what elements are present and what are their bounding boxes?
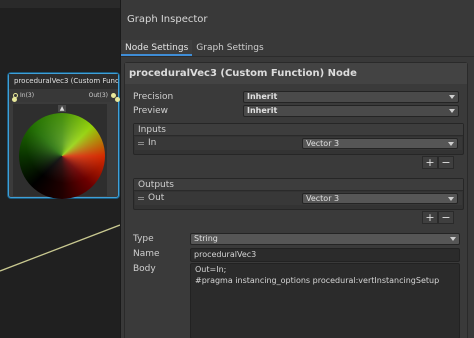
inputs-add-remove: + −: [422, 156, 454, 169]
output-type-value: Vector 3: [306, 194, 340, 203]
input-name: In: [148, 138, 157, 148]
output-type-dropdown[interactable]: Vector 3: [302, 193, 458, 204]
body-label: Body: [133, 264, 156, 274]
node-title: proceduralVec3 (Custom Function): [9, 74, 118, 89]
inputs-list: Inputs In Vector 3: [133, 123, 464, 155]
output-port-label: Out(3): [88, 92, 108, 99]
graph-inspector: Graph Inspector Node Settings Graph Sett…: [120, 0, 474, 338]
chevron-down-icon: [448, 142, 454, 146]
output-port[interactable]: Out(3): [89, 92, 116, 99]
preview-row: Preview: [133, 105, 168, 117]
type-row: Type: [133, 233, 154, 245]
node-settings-panel: proceduralVec3 (Custom Function) Node Pr…: [124, 62, 468, 338]
node-ports: In(3) Out(3): [9, 89, 118, 102]
preview-value: Inherit: [247, 106, 278, 115]
name-row: Name: [133, 248, 160, 260]
preview-sphere: [19, 113, 105, 199]
remove-output-button[interactable]: −: [438, 211, 454, 224]
body-line: Out=In;: [195, 265, 227, 274]
precision-row: Precision: [133, 91, 173, 103]
chevron-down-icon: [449, 95, 455, 99]
type-value: String: [194, 234, 218, 243]
name-label: Name: [133, 249, 160, 259]
precision-value: Inherit: [247, 92, 278, 101]
precision-label: Precision: [133, 92, 174, 102]
preview-label: Preview: [133, 106, 169, 116]
name-field[interactable]: proceduralVec3: [190, 248, 460, 262]
body-textarea[interactable]: Out=In; #pragma instancing_options proce…: [190, 263, 460, 338]
name-value: proceduralVec3: [194, 250, 257, 259]
tab-graph-settings[interactable]: Graph Settings: [192, 40, 267, 56]
chevron-up-icon[interactable]: ▲: [58, 105, 66, 112]
tab-node-settings[interactable]: Node Settings: [121, 40, 193, 56]
inspector-title: Graph Inspector: [121, 0, 474, 40]
add-input-button[interactable]: +: [422, 156, 438, 169]
type-label: Type: [133, 234, 154, 244]
input-type-value: Vector 3: [306, 139, 340, 148]
inspector-tabs: Node Settings Graph Settings: [121, 40, 474, 57]
body-row: Body: [133, 263, 156, 275]
drag-handle-icon[interactable]: [138, 142, 144, 145]
chevron-down-icon: [448, 197, 454, 201]
output-row[interactable]: Out Vector 3: [135, 192, 462, 205]
input-port-label: In(3): [20, 92, 35, 99]
preview-dropdown[interactable]: Inherit: [243, 105, 459, 117]
precision-dropdown[interactable]: Inherit: [243, 91, 459, 103]
add-output-button[interactable]: +: [422, 211, 438, 224]
outputs-header: Outputs: [134, 179, 463, 191]
chevron-down-icon: [449, 109, 455, 113]
type-dropdown[interactable]: String: [190, 233, 460, 245]
incoming-port-dot-icon: [12, 97, 17, 102]
body-line: #pragma instancing_options procedural:ve…: [195, 276, 440, 285]
inputs-header: Inputs: [134, 124, 463, 136]
remove-input-button[interactable]: −: [438, 156, 454, 169]
custom-function-node[interactable]: proceduralVec3 (Custom Function) In(3) O…: [8, 73, 119, 199]
input-type-dropdown[interactable]: Vector 3: [302, 138, 458, 149]
chevron-down-icon: [450, 237, 456, 241]
input-row[interactable]: In Vector 3: [135, 137, 462, 150]
outputs-list: Outputs Out Vector 3: [133, 178, 464, 210]
drag-handle-icon[interactable]: [138, 197, 144, 200]
output-name: Out: [148, 193, 165, 203]
outputs-add-remove: + −: [422, 211, 454, 224]
node-header: proceduralVec3 (Custom Function) Node: [125, 63, 467, 84]
